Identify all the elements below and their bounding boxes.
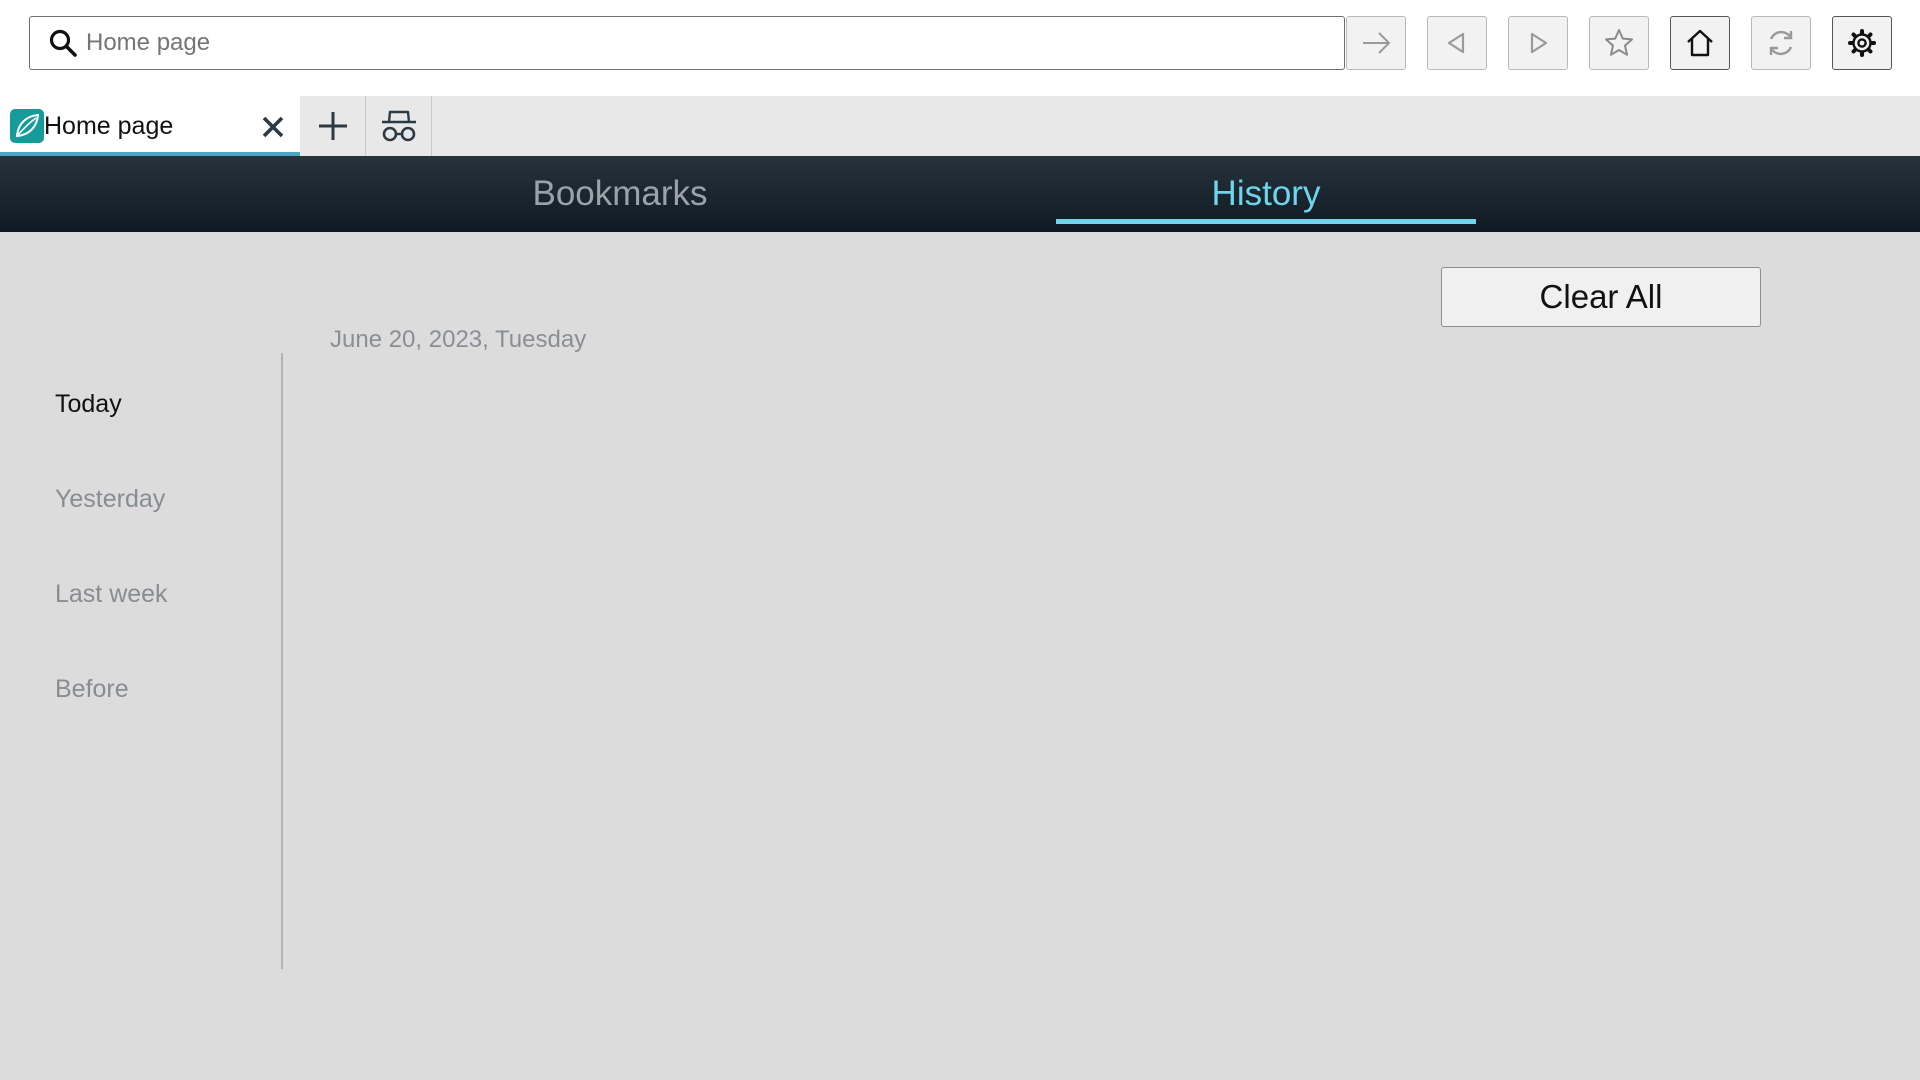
close-icon[interactable] <box>260 114 286 140</box>
clear-all-button[interactable]: Clear All <box>1441 267 1761 327</box>
tab-title: Home page <box>44 112 174 140</box>
settings-button[interactable] <box>1832 16 1892 70</box>
refresh-icon <box>1769 30 1793 56</box>
period-before[interactable]: Before <box>55 675 129 704</box>
arrow-right-icon <box>1363 32 1391 54</box>
plus-icon <box>318 112 347 140</box>
sidebar-divider <box>281 353 283 969</box>
period-today[interactable]: Today <box>55 390 122 419</box>
gear-icon <box>1848 29 1876 57</box>
triangle-right-icon <box>1530 32 1548 54</box>
incognito-tab-button[interactable] <box>366 96 432 156</box>
triangle-left-icon <box>1447 32 1465 54</box>
period-yesterday[interactable]: Yesterday <box>55 485 165 514</box>
forward-button[interactable] <box>1508 16 1568 70</box>
tab-strip: Home page <box>0 96 1920 156</box>
new-tab-button[interactable] <box>300 96 366 156</box>
tab-history[interactable]: History <box>1056 156 1476 232</box>
home-button[interactable] <box>1670 16 1730 70</box>
incognito-icon <box>381 110 416 142</box>
search-icon <box>49 29 77 57</box>
refresh-button[interactable] <box>1751 16 1811 70</box>
address-bar[interactable] <box>29 16 1345 70</box>
tab-home-page[interactable]: Home page <box>0 96 300 156</box>
period-last-week[interactable]: Last week <box>55 580 168 609</box>
library-nav: Bookmarks History <box>0 156 1920 232</box>
star-icon <box>1605 29 1633 56</box>
date-heading: June 20, 2023, Tuesday <box>330 326 587 353</box>
app-logo-icon <box>10 109 44 143</box>
tab-bookmarks[interactable]: Bookmarks <box>430 156 810 232</box>
go-button[interactable] <box>1346 16 1406 70</box>
home-icon <box>1687 29 1713 57</box>
browser-toolbar <box>0 0 1920 96</box>
bookmark-button[interactable] <box>1589 16 1649 70</box>
back-button[interactable] <box>1427 16 1487 70</box>
address-input[interactable] <box>86 23 1326 63</box>
